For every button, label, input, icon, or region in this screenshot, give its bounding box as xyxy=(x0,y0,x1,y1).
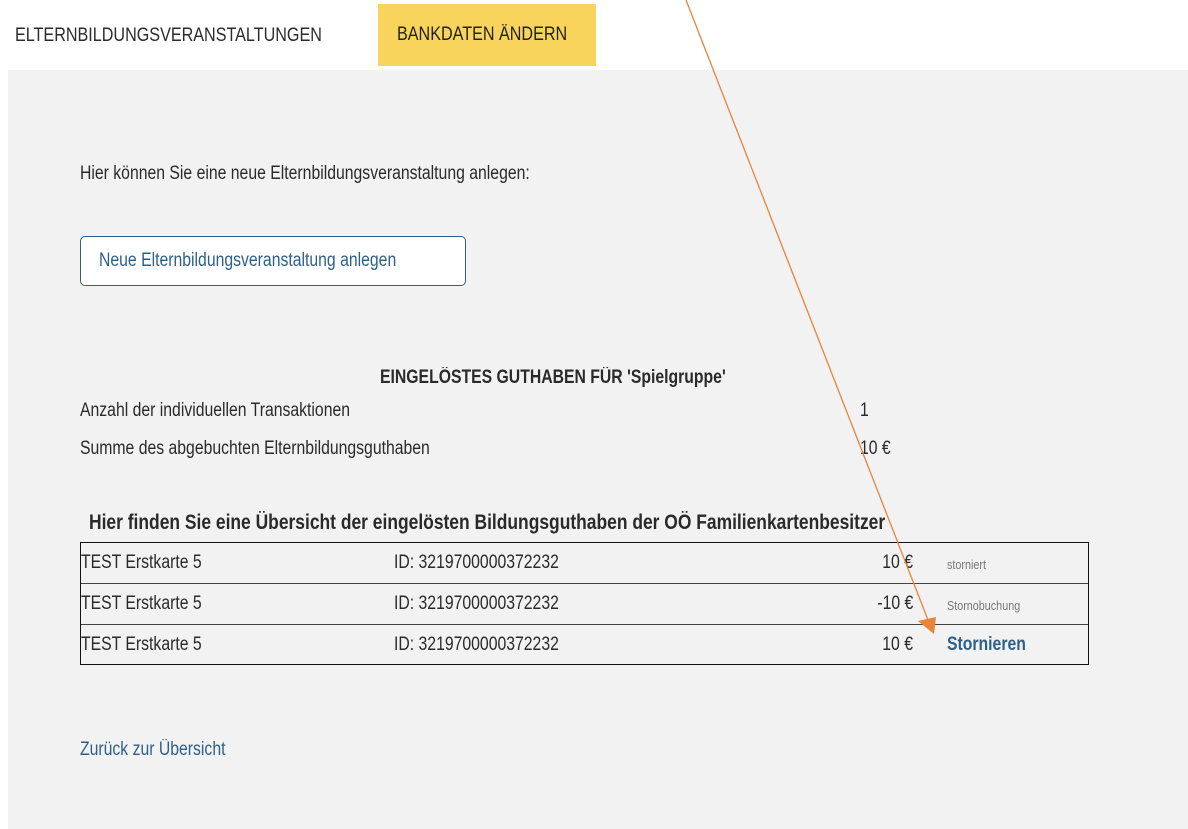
table-row: TEST Erstkarte 5 ID: 3219700000372232 -1… xyxy=(81,584,1088,625)
overview-title: Hier finden Sie eine Übersicht der einge… xyxy=(89,511,886,534)
content-panel: Hier können Sie eine neue Elternbildungs… xyxy=(8,70,1188,829)
cell-id: ID: 3219700000372232 xyxy=(394,593,559,614)
tab-bar: ELTERNBILDUNGSVERANSTALTUNGEN BANKDATEN … xyxy=(0,0,1188,70)
cell-name: TEST Erstkarte 5 xyxy=(81,634,202,655)
new-event-button[interactable]: Neue Elternbildungsveranstaltung anlegen xyxy=(80,236,466,286)
tab-bankdaten-aendern[interactable]: BANKDATEN ÄNDERN xyxy=(378,4,596,66)
tab-elternbildungsveranstaltungen[interactable]: ELTERNBILDUNGSVERANSTALTUNGEN xyxy=(0,0,370,70)
table-row: TEST Erstkarte 5 ID: 3219700000372232 10… xyxy=(81,625,1088,665)
cell-id: ID: 3219700000372232 xyxy=(394,634,559,655)
transactions-table: TEST Erstkarte 5 ID: 3219700000372232 10… xyxy=(80,542,1089,665)
cell-name: TEST Erstkarte 5 xyxy=(81,593,202,614)
tab-label: BANKDATEN ÄNDERN xyxy=(397,24,568,45)
summary-label-transactions: Anzahl der individuellen Transaktionen xyxy=(80,400,351,421)
cell-status: Stornobuchung xyxy=(947,598,1021,613)
back-to-overview-link[interactable]: Zurück zur Übersicht xyxy=(80,739,255,761)
intro-text: Hier können Sie eine neue Elternbildungs… xyxy=(80,163,530,184)
cell-amount: -10 € xyxy=(877,593,913,614)
cell-status: storniert xyxy=(947,557,986,572)
summary-title: EINGELÖSTES GUTHABEN FÜR 'Spielgruppe' xyxy=(380,367,726,388)
cell-id: ID: 3219700000372232 xyxy=(394,552,559,573)
summary-value-total: 10 € xyxy=(860,438,891,459)
cell-name: TEST Erstkarte 5 xyxy=(81,552,202,573)
summary-value-transactions: 1 xyxy=(860,400,869,421)
stornieren-link[interactable]: Stornieren xyxy=(947,634,1042,656)
summary-label-total: Summe des abgebuchten Elternbildungsguth… xyxy=(80,438,430,459)
table-row: TEST Erstkarte 5 ID: 3219700000372232 10… xyxy=(81,543,1088,584)
new-event-button-label: Neue Elternbildungsveranstaltung anlegen xyxy=(99,250,397,271)
cell-amount: 10 € xyxy=(882,634,913,655)
tab-label: ELTERNBILDUNGSVERANSTALTUNGEN xyxy=(15,25,322,46)
cell-amount: 10 € xyxy=(882,552,913,573)
